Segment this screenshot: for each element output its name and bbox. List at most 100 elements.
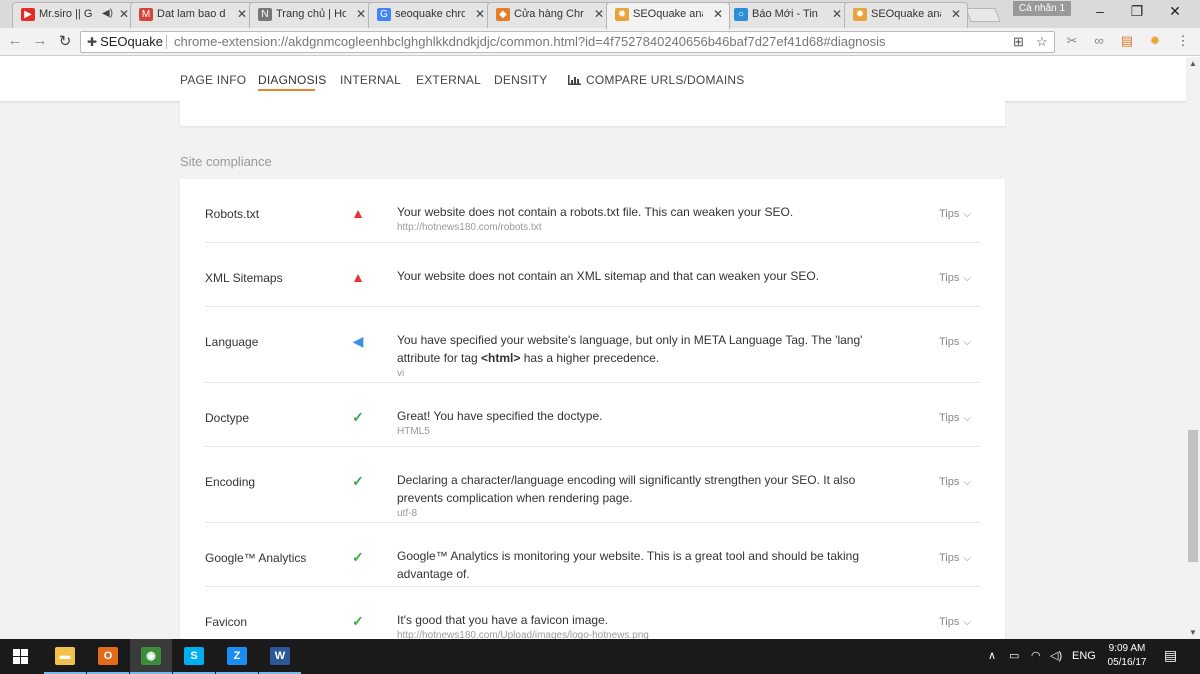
check-detail: utf-8 [397,508,418,519]
tab-close-icon[interactable]: ✕ [475,3,485,25]
gmail-icon: M [139,8,153,21]
browser-tab[interactable]: ◆ Cửa hàng Chr ✕ [487,2,611,28]
taskbar-app[interactable]: O [87,639,129,674]
scroll-down-icon[interactable]: ▼ [1189,628,1197,637]
start-button[interactable] [0,639,42,674]
zalo-icon: Z [227,647,247,665]
compliance-row: Doctype ✓ Great! You have specified the do… [205,383,980,447]
tips-toggle[interactable]: Tips ⌵ [939,552,971,564]
nav-page-info[interactable]: PAGE INFO [180,73,246,87]
nav-compare-urls[interactable]: COMPARE URLS/DOMAINS [568,73,744,87]
close-window-icon[interactable]: ✕ [1165,3,1185,20]
browser-tab[interactable]: ✹ SEOquake ana ✕ [606,2,730,29]
tab-close-icon[interactable]: ✕ [832,3,842,25]
nav-diagnosis[interactable]: DIAGNOSIS [258,73,326,87]
tab-close-icon[interactable]: ✕ [119,3,129,25]
tab-title: SEOquake ana [633,8,703,20]
check-detail: HTML5 [397,426,430,437]
back-icon[interactable]: ← [5,32,25,49]
tips-toggle[interactable]: Tips ⌵ [939,272,971,284]
tips-toggle[interactable]: Tips ⌵ [939,412,971,424]
message-text: Google™ Analytics is monitoring your web… [397,549,860,581]
extension-calendar-icon[interactable]: ▤ [1118,33,1136,49]
taskbar-app[interactable]: ▬ [44,639,86,674]
chevron-down-icon: ⌵ [963,337,971,348]
section-title: Site compliance [180,154,272,169]
compliance-row: XML Sitemaps ▲ Your website does not conta… [205,243,980,307]
browser-tab-strip: Cá nhân 1 – ❐ ✕ ▶ Mr.siro || G ◀) ✕ M Dat lam… [0,0,1200,29]
tab-title: Báo Mới - Tin [752,8,818,20]
tab-audio-icon[interactable]: ◀) [102,3,113,25]
clock-date: 05/16/17 [1107,657,1147,668]
language-indicator[interactable]: ENG [1072,650,1096,662]
scroll-up-icon[interactable]: ▲ [1189,59,1197,68]
seoquake-icon: ✹ [615,8,629,21]
megaphone-icon: ◀ [352,333,364,349]
tab-close-icon[interactable]: ✕ [237,3,247,25]
tray-expand-icon[interactable]: ∧ [988,649,996,662]
nav-external[interactable]: EXTERNAL [416,73,481,87]
volume-icon[interactable]: ◁) [1050,649,1062,662]
restore-icon[interactable]: ❐ [1127,3,1147,20]
baomoi-icon: ○ [734,8,748,21]
tips-toggle[interactable]: Tips ⌵ [939,336,971,348]
outlook-icon: O [98,647,118,665]
check-message: Google™ Analytics is monitoring your web… [397,547,887,583]
page-scrollbar[interactable]: ▲ ▼ [1186,57,1200,639]
taskbar-app[interactable]: W [259,639,301,674]
bookmark-star-icon[interactable]: ☆ [1036,32,1048,52]
page-content: PAGE INFO DIAGNOSIS INTERNAL EXTERNAL DE… [0,57,1186,639]
extension-link-icon[interactable]: ∞ [1090,33,1108,48]
news-site-icon: N [258,8,272,21]
scrollbar-thumb[interactable] [1188,430,1198,562]
taskbar-app[interactable]: ◉ [130,639,172,674]
browser-tab[interactable]: ○ Báo Mới - Tin ✕ [725,2,849,28]
taskbar-app[interactable]: Z [216,639,258,674]
chevron-down-icon: ⌵ [963,273,971,284]
chevron-down-icon: ⌵ [963,617,971,628]
message-text: Your website does not contain a robots.t… [397,205,794,219]
extension-tool-icon[interactable]: ✂ [1063,33,1081,49]
nav-density[interactable]: DENSITY [494,73,547,87]
seoquake-icon: ✹ [853,8,867,21]
skype-icon: S [184,647,204,665]
tips-label: Tips [939,616,960,628]
check-name: Robots.txt [205,207,260,221]
tips-toggle[interactable]: Tips ⌵ [939,616,971,628]
system-clock[interactable]: 9:09 AM 05/16/17 [1100,642,1154,670]
tips-toggle[interactable]: Tips ⌵ [939,476,971,488]
tips-toggle[interactable]: Tips ⌵ [939,208,971,220]
browser-tab[interactable]: ▶ Mr.siro || G ◀) ✕ [12,2,136,28]
browser-tab[interactable]: N Trang chủ | Ho ✕ [249,2,373,28]
tab-close-icon[interactable]: ✕ [594,3,604,25]
wifi-icon[interactable]: ◠ [1031,649,1041,662]
check-message: Great! You have specified the doctype. HT… [397,407,887,439]
site-compliance-card: Robots.txt ▲ Your website does not contain… [180,179,1005,639]
nav-internal[interactable]: INTERNAL [340,73,401,87]
address-bar[interactable]: ✚ SEOquake chrome-extension://akdgnmcogle… [80,31,1055,53]
reload-icon[interactable]: ↻ [55,32,75,50]
tips-label: Tips [939,208,960,220]
browser-tab[interactable]: M Dat lam bao d ✕ [130,2,254,28]
url-text[interactable]: chrome-extension://akdgnmcogleenhbclghgh… [174,32,886,52]
minimize-icon[interactable]: – [1090,3,1110,19]
tips-label: Tips [939,336,960,348]
checkmark-icon: ✓ [352,473,364,489]
new-tab-button[interactable] [965,8,1001,22]
tab-close-icon[interactable]: ✕ [713,3,723,25]
browser-tab[interactable]: ✹ SEOquake ana ✕ [844,2,968,28]
action-center-icon[interactable]: ▤ [1164,647,1177,664]
translate-icon[interactable]: ⊞ [1013,32,1024,52]
tab-close-icon[interactable]: ✕ [951,3,961,25]
browser-tab[interactable]: Gseoquake chro ✕ [368,2,492,28]
chevron-down-icon: ⌵ [963,209,971,220]
battery-icon[interactable]: ▭ [1009,649,1019,662]
forward-icon[interactable]: → [30,32,50,49]
warning-icon: ▲ [351,269,365,285]
tab-close-icon[interactable]: ✕ [356,3,366,25]
menu-kebab-icon[interactable]: ⋮ [1174,33,1192,49]
seoquake-extension-icon[interactable]: ✹ [1146,33,1164,49]
profile-button[interactable]: Cá nhân 1 [1013,1,1071,16]
compliance-row: Robots.txt ▲ Your website does not contain… [205,179,980,243]
taskbar-app[interactable]: S [173,639,215,674]
